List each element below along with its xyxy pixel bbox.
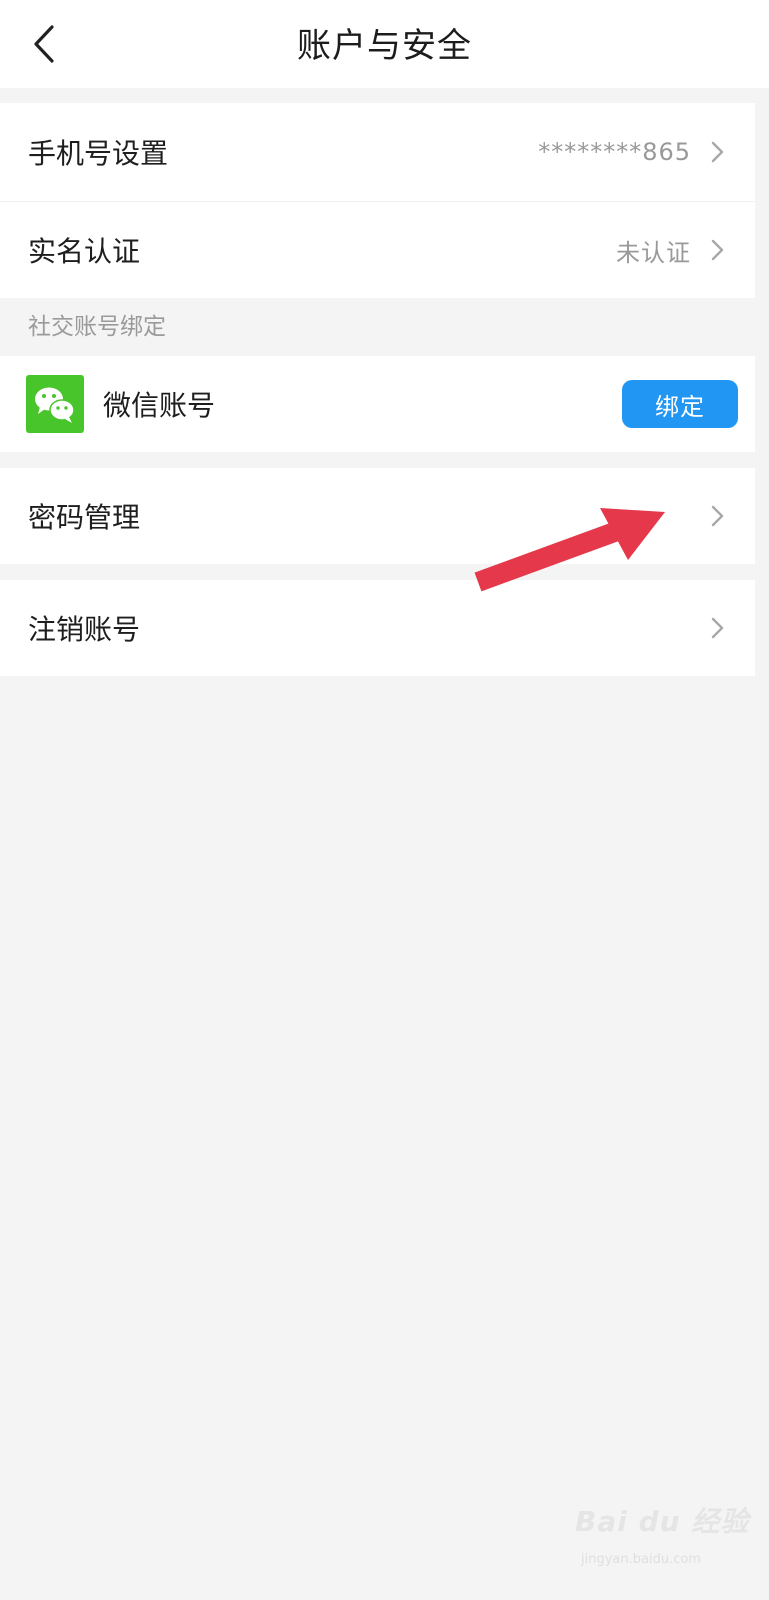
baidu-jingyan-watermark: Bai du 经验 jingyan.baidu.com	[575, 1500, 760, 1590]
phone-number-value: ********865	[538, 138, 691, 166]
bind-wechat-button[interactable]: 绑定	[622, 380, 738, 428]
phone-settings-label: 手机号设置	[28, 137, 169, 170]
social-section-label: 社交账号绑定	[28, 314, 166, 340]
watermark-brand: Bai du 经验	[575, 1505, 750, 1538]
wechat-account-label: 微信账号	[103, 389, 216, 422]
top-bar: 账户与安全	[0, 0, 769, 88]
real-name-verification-row[interactable]: 实名认证 未认证	[0, 202, 755, 298]
delete-account-label: 注销账号	[28, 613, 141, 646]
chevron-right-icon	[711, 505, 724, 527]
social-section-header: 社交账号绑定	[0, 298, 769, 356]
wechat-account-row: 微信账号 绑定	[0, 356, 755, 452]
red-arrow-pointer	[474, 508, 665, 592]
chevron-right-icon	[711, 239, 724, 261]
chevron-right-icon	[711, 617, 724, 639]
chevron-right-icon	[711, 141, 724, 163]
real-name-label: 实名认证	[28, 235, 141, 268]
wechat-icon	[26, 375, 84, 433]
password-management-label: 密码管理	[28, 501, 141, 534]
phone-settings-row[interactable]: 手机号设置 ********865	[0, 103, 755, 201]
verification-status: 未认证	[616, 238, 691, 267]
watermark-url: jingyan.baidu.com	[581, 1552, 701, 1567]
page-title: 账户与安全	[297, 26, 472, 66]
